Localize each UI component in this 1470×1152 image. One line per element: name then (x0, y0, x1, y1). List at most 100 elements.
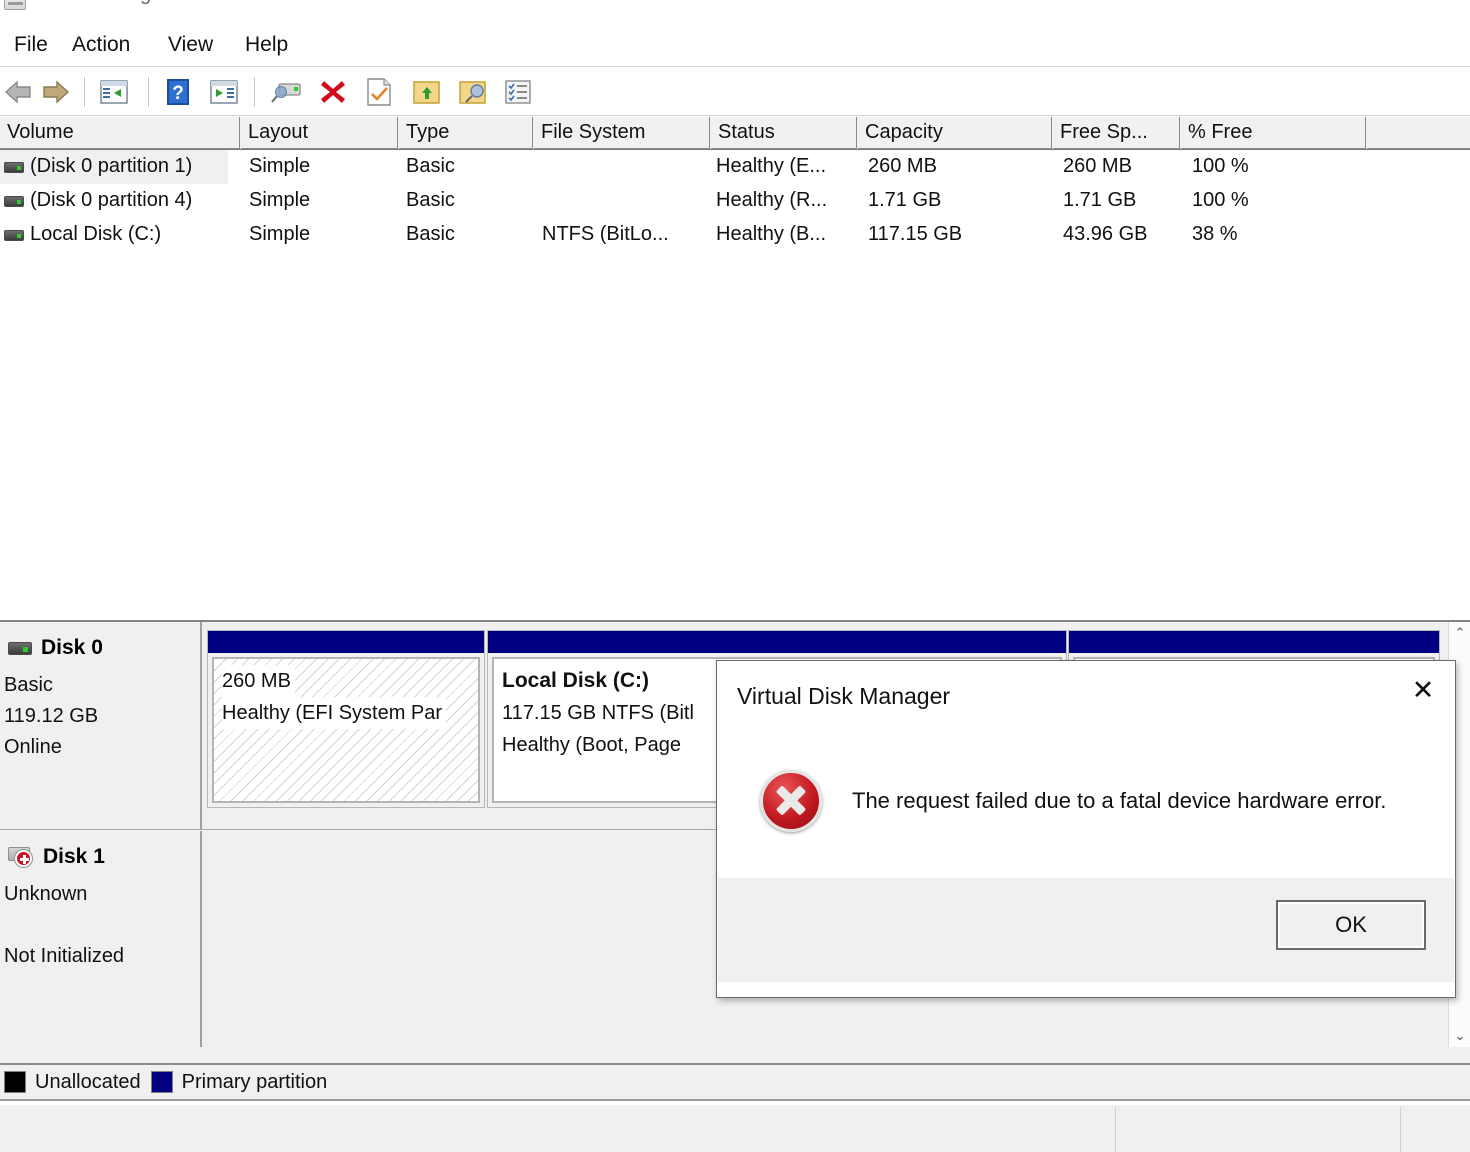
table-row[interactable]: (Disk 0 partition 4) Simple Basic Health… (0, 184, 1470, 218)
menu-help[interactable]: Help (237, 30, 296, 60)
partition-efi-size: 260 MB (222, 665, 295, 697)
disk-0-title: Disk 0 (41, 636, 103, 659)
menu-file[interactable]: File (6, 30, 56, 60)
disk-0-meta-status: Online (4, 736, 62, 758)
show-hide-action-pane-icon[interactable] (206, 75, 242, 109)
column-header-spare[interactable] (1367, 117, 1470, 149)
cell-capacity: 117.15 GB (868, 223, 963, 245)
help-icon[interactable]: ? (160, 75, 196, 109)
status-bar-divider (1115, 1107, 1116, 1152)
disk-error-icon (8, 847, 34, 867)
column-header-percent-free[interactable]: % Free (1181, 117, 1366, 149)
column-header-status[interactable]: Status (711, 117, 857, 149)
close-icon[interactable]: ✕ (1395, 669, 1451, 711)
dialog-body: The request failed due to a fatal device… (717, 723, 1455, 878)
cell-volume: (Disk 0 partition 4) (30, 189, 193, 211)
legend: Unallocated Primary partition (0, 1063, 1470, 1101)
cell-file-system (542, 184, 710, 218)
legend-primary-partition: Primary partition (150, 1071, 327, 1094)
partition-efi[interactable]: 260 MB Healthy (EFI System Par (207, 630, 485, 808)
volume-list: Volume Layout Type File System Status Ca… (0, 117, 1470, 620)
cell-capacity: 1.71 GB (868, 189, 942, 211)
cell-type: Basic (406, 189, 455, 211)
cell-free-space: 1.71 GB (1063, 189, 1137, 211)
rescan-disks-icon[interactable] (268, 75, 304, 109)
cell-type: Basic (406, 155, 455, 177)
dialog-message: The request failed due to a fatal device… (852, 787, 1387, 813)
disk-1-meta-type: Unknown (4, 883, 88, 905)
volume-disk-icon (4, 230, 24, 241)
toolbar-separator (84, 77, 85, 107)
volume-list-header: Volume Layout Type File System Status Ca… (0, 117, 1470, 150)
partition-efi-bar (208, 631, 484, 653)
disk-1-meta-status: Not Initialized (4, 945, 125, 967)
dialog-title: Virtual Disk Manager (737, 683, 951, 709)
cell-free-space: 260 MB (1063, 155, 1132, 177)
show-hide-console-tree-icon[interactable] (96, 75, 132, 109)
column-header-free-space[interactable]: Free Sp... (1053, 117, 1180, 149)
partition-recovery-bar (1069, 631, 1439, 653)
disk-0-meta-capacity: 119.12 GB (4, 705, 99, 727)
column-header-capacity[interactable]: Capacity (858, 117, 1052, 149)
cell-percent-free: 100 % (1192, 189, 1249, 211)
svg-text:?: ? (172, 83, 184, 104)
disk-1-meta-blank (4, 910, 200, 941)
disk-0-info: Disk 0 Basic 119.12 GB Online (0, 622, 202, 829)
cell-percent-free: 100 % (1192, 155, 1249, 177)
column-header-type[interactable]: Type (399, 117, 533, 149)
partition-efi-status: Healthy (EFI System Par (222, 697, 447, 729)
cell-status: Healthy (R... (716, 189, 828, 211)
disk-0-meta-type: Basic (4, 674, 53, 696)
partition-c-bar (488, 631, 1066, 653)
status-bar (0, 1104, 1470, 1152)
scroll-down-icon[interactable]: ⌄ (1449, 1025, 1470, 1047)
disk-1-info: Disk 1 Unknown Not Initialized (0, 831, 202, 1047)
cell-layout: Simple (249, 155, 311, 177)
toolbar: ? (0, 66, 1470, 116)
cell-status: Healthy (B... (716, 223, 827, 245)
legend-unallocated-label: Unallocated (35, 1070, 141, 1093)
toolbar-separator (254, 77, 255, 107)
cell-layout: Simple (249, 223, 311, 245)
menu-action[interactable]: Action (64, 30, 138, 60)
scroll-up-icon[interactable]: ⌃ (1449, 622, 1470, 644)
ok-button[interactable]: OK (1276, 900, 1426, 950)
column-header-volume[interactable]: Volume (0, 117, 240, 149)
window-titlebar: g (0, 0, 1470, 14)
disk-online-icon (8, 641, 32, 655)
disk-management-icon (4, 0, 26, 10)
dialog-footer: OK (718, 878, 1454, 983)
cell-status: Healthy (E... (716, 155, 827, 177)
legend-primary-swatch (150, 1071, 173, 1093)
column-header-layout[interactable]: Layout (241, 117, 398, 149)
disk-management-window: g File Action View Help (0, 0, 1470, 1152)
menu-bar: File Action View Help (0, 14, 1470, 64)
list-view-icon[interactable] (500, 75, 536, 109)
menu-view[interactable]: View (160, 30, 221, 60)
partition-efi-body: 260 MB Healthy (EFI System Par (212, 657, 480, 803)
table-row[interactable]: (Disk 0 partition 1) Simple Basic Health… (0, 150, 1470, 184)
volume-disk-icon (4, 196, 24, 207)
cell-free-space: 43.96 GB (1063, 223, 1148, 245)
legend-unallocated-swatch (4, 1071, 26, 1093)
forward-arrow-icon[interactable] (38, 75, 74, 109)
cell-layout: Simple (249, 189, 311, 211)
back-arrow-icon[interactable] (0, 75, 36, 109)
table-row[interactable]: Local Disk (C:) Simple Basic NTFS (BitLo… (0, 218, 1470, 252)
cell-volume: (Disk 0 partition 1) (0, 150, 228, 184)
error-icon (760, 769, 822, 832)
volume-disk-icon (4, 162, 24, 173)
legend-unallocated: Unallocated (4, 1071, 141, 1094)
disk-1-title: Disk 1 (43, 845, 105, 868)
cell-file-system: NTFS (BitLo... (542, 223, 669, 245)
volume-list-rows: (Disk 0 partition 1) Simple Basic Health… (0, 150, 1470, 252)
create-volume-icon[interactable] (409, 75, 445, 109)
cell-file-system (542, 150, 710, 184)
virtual-disk-manager-dialog: Virtual Disk Manager ✕ The request faile… (716, 660, 1456, 998)
explore-volume-icon[interactable] (455, 75, 491, 109)
cell-volume: Local Disk (C:) (30, 223, 162, 245)
toolbar-separator (148, 77, 149, 107)
properties-icon[interactable] (361, 75, 397, 109)
column-header-file-system[interactable]: File System (534, 117, 710, 149)
delete-volume-icon[interactable] (315, 75, 351, 109)
